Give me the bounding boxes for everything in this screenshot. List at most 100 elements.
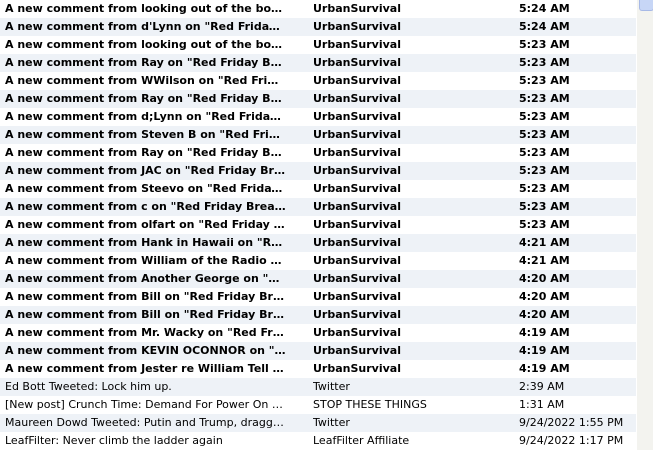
message-date: 5:23 AM	[519, 128, 570, 141]
message-date: 4:20 AM	[519, 308, 570, 321]
message-feed: UrbanSurvival	[313, 236, 401, 249]
message-date: 5:23 AM	[519, 164, 570, 177]
message-feed: UrbanSurvival	[313, 2, 401, 15]
message-subject: A new comment from JAC on "Red Friday Br…	[5, 164, 286, 177]
message-feed: UrbanSurvival	[313, 146, 401, 159]
message-date: 4:19 AM	[519, 362, 570, 375]
message-row[interactable]: A new comment from looking out of the bo…	[0, 36, 636, 54]
message-feed: STOP THESE THINGS	[313, 398, 427, 411]
message-feed: UrbanSurvival	[313, 56, 401, 69]
message-subject: A new comment from Jester re William Tel…	[5, 362, 286, 375]
message-date: 4:19 AM	[519, 344, 570, 357]
message-subject: A new comment from William of the Radio …	[5, 254, 286, 267]
message-row[interactable]: A new comment from olfart on "Red Friday…	[0, 216, 636, 234]
message-feed: UrbanSurvival	[313, 164, 401, 177]
message-date: 5:23 AM	[519, 146, 570, 159]
message-subject: A new comment from Ray on "Red Friday Br…	[5, 56, 286, 69]
message-row[interactable]: A new comment from Steven B on "Red Frid…	[0, 126, 636, 144]
message-feed: UrbanSurvival	[313, 344, 401, 357]
message-subject: A new comment from Bill on "Red Friday B…	[5, 308, 286, 321]
message-subject: A new comment from Ray on "Red Friday Br…	[5, 146, 286, 159]
message-row[interactable]: A new comment from JAC on "Red Friday Br…	[0, 162, 636, 180]
message-row[interactable]: A new comment from Jester re William Tel…	[0, 360, 636, 378]
message-date: 4:19 AM	[519, 326, 570, 339]
message-subject: A new comment from Ray on "Red Friday Br…	[5, 92, 286, 105]
message-feed: Twitter	[313, 380, 350, 393]
message-subject: A new comment from looking out of the bo…	[5, 38, 286, 51]
message-row[interactable]: A new comment from Bill on "Red Friday B…	[0, 306, 636, 324]
message-subject: A new comment from Mr. Wacky on "Red Fri…	[5, 326, 286, 339]
message-row[interactable]: Ed Bott Tweeted: Lock him up. Twitter 2:39…	[0, 378, 636, 396]
message-subject: A new comment from d;Lynn on "Red Friday…	[5, 110, 286, 123]
message-subject: A new comment from KEVIN OCONNOR on "Red…	[5, 344, 286, 357]
message-feed: LeafFilter Affiliate	[313, 434, 410, 447]
message-subject: A new comment from c on "Red Friday Brea…	[5, 200, 286, 213]
message-feed: UrbanSurvival	[313, 326, 401, 339]
message-subject: A new comment from Another George on "Re…	[5, 272, 286, 285]
message-subject: A new comment from Bill on "Red Friday B…	[5, 290, 286, 303]
message-feed: UrbanSurvival	[313, 362, 401, 375]
message-row[interactable]: A new comment from Ray on "Red Friday Br…	[0, 90, 636, 108]
scrollbar-thumb[interactable]	[639, 0, 653, 11]
message-subject: A new comment from WWilson on "Red Frida…	[5, 74, 286, 87]
message-subject: A new comment from d'Lynn on "Red Friday…	[5, 20, 286, 33]
message-row[interactable]: A new comment from Hank in Hawaii on "Re…	[0, 234, 636, 252]
vertical-scrollbar[interactable]	[636, 0, 653, 450]
message-date: 5:23 AM	[519, 92, 570, 105]
message-date: 9/24/2022 1:17 PM	[519, 434, 624, 447]
message-row[interactable]: [New post] Crunch Time: Demand For Power…	[0, 396, 636, 414]
message-row[interactable]: A new comment from Ray on "Red Friday Br…	[0, 54, 636, 72]
message-date: 5:23 AM	[519, 56, 570, 69]
message-date: 5:23 AM	[519, 182, 570, 195]
message-date: 1:31 AM	[519, 398, 565, 411]
message-feed: UrbanSurvival	[313, 74, 401, 87]
message-subject: Maureen Dowd Tweeted: Putin and Trump, d…	[5, 416, 286, 429]
message-row[interactable]: A new comment from d'Lynn on "Red Friday…	[0, 18, 636, 36]
message-list: A new comment from looking out of the bo…	[0, 0, 636, 450]
message-subject: A new comment from olfart on "Red Friday…	[5, 218, 286, 231]
message-subject: A new comment from Steven B on "Red Frid…	[5, 128, 286, 141]
message-date: 4:20 AM	[519, 290, 570, 303]
message-date: 5:23 AM	[519, 74, 570, 87]
message-date: 4:21 AM	[519, 236, 570, 249]
message-date: 5:23 AM	[519, 110, 570, 123]
message-row[interactable]: A new comment from looking out of the bo…	[0, 0, 636, 18]
message-row[interactable]: A new comment from Ray on "Red Friday Br…	[0, 144, 636, 162]
message-subject: A new comment from looking out of the bo…	[5, 2, 286, 15]
message-row[interactable]: A new comment from c on "Red Friday Brea…	[0, 198, 636, 216]
message-feed: UrbanSurvival	[313, 272, 401, 285]
message-feed: UrbanSurvival	[313, 200, 401, 213]
message-subject: Ed Bott Tweeted: Lock him up.	[5, 380, 172, 393]
message-date: 5:24 AM	[519, 20, 570, 33]
message-feed: UrbanSurvival	[313, 218, 401, 231]
message-feed: UrbanSurvival	[313, 110, 401, 123]
message-feed: UrbanSurvival	[313, 92, 401, 105]
message-date: 5:23 AM	[519, 218, 570, 231]
message-row[interactable]: A new comment from William of the Radio …	[0, 252, 636, 270]
message-feed: UrbanSurvival	[313, 20, 401, 33]
message-feed: UrbanSurvival	[313, 182, 401, 195]
message-subject: A new comment from Steevo on "Red Friday…	[5, 182, 286, 195]
message-date: 9/24/2022 1:55 PM	[519, 416, 624, 429]
message-subject: A new comment from Hank in Hawaii on "Re…	[5, 236, 286, 249]
message-feed: UrbanSurvival	[313, 308, 401, 321]
message-date: 5:24 AM	[519, 2, 570, 15]
message-row[interactable]: A new comment from d;Lynn on "Red Friday…	[0, 108, 636, 126]
message-row[interactable]: A new comment from Mr. Wacky on "Red Fri…	[0, 324, 636, 342]
message-date: 4:21 AM	[519, 254, 570, 267]
message-feed: UrbanSurvival	[313, 128, 401, 141]
message-row[interactable]: A new comment from Another George on "Re…	[0, 270, 636, 288]
message-row[interactable]: A new comment from Steevo on "Red Friday…	[0, 180, 636, 198]
message-feed: UrbanSurvival	[313, 290, 401, 303]
message-date: 5:23 AM	[519, 38, 570, 51]
message-subject: LeafFilter: Never climb the ladder again	[5, 434, 223, 447]
message-row[interactable]: LeafFilter: Never climb the ladder again…	[0, 432, 636, 450]
message-subject: [New post] Crunch Time: Demand For Power…	[5, 398, 286, 411]
message-feed: Twitter	[313, 416, 350, 429]
message-row[interactable]: Maureen Dowd Tweeted: Putin and Trump, d…	[0, 414, 636, 432]
message-date: 4:20 AM	[519, 272, 570, 285]
message-row[interactable]: A new comment from KEVIN OCONNOR on "Red…	[0, 342, 636, 360]
message-row[interactable]: A new comment from WWilson on "Red Frida…	[0, 72, 636, 90]
message-feed: UrbanSurvival	[313, 38, 401, 51]
message-row[interactable]: A new comment from Bill on "Red Friday B…	[0, 288, 636, 306]
